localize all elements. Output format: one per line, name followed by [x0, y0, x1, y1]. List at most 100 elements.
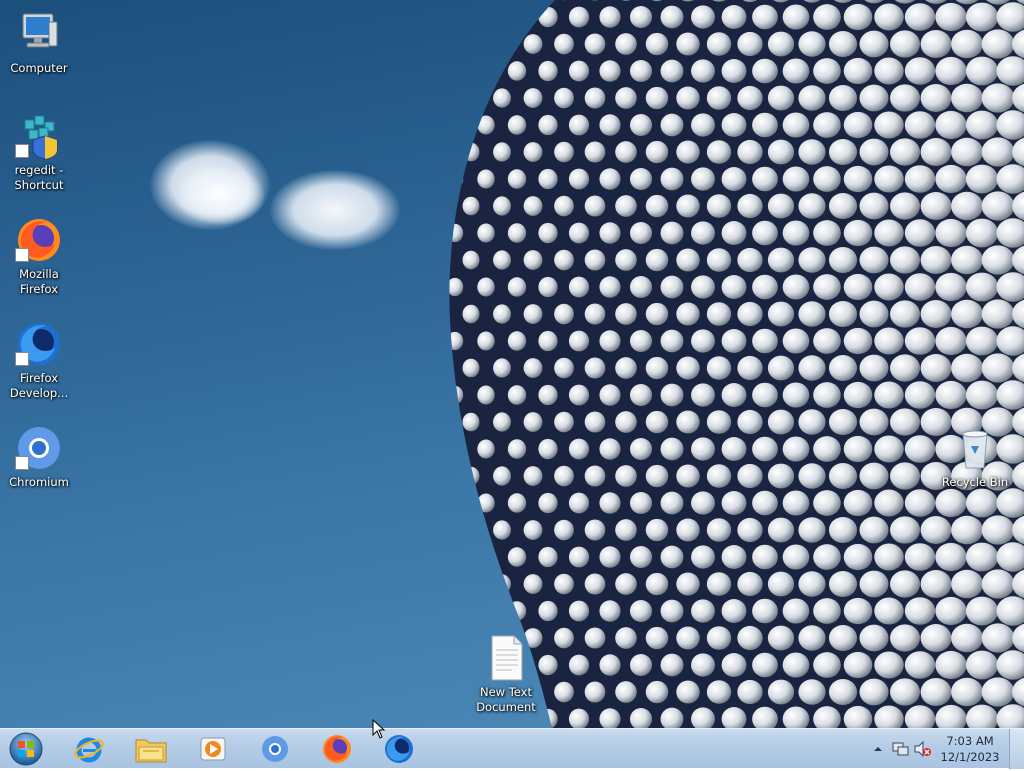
facade-disc [646, 519, 669, 541]
facade-disc [874, 436, 903, 463]
facade-disc [966, 381, 998, 410]
facade-disc [630, 6, 652, 28]
facade-disc [477, 224, 494, 243]
facade-disc [982, 677, 1015, 706]
facade-disc [463, 143, 480, 162]
desktop-icon-firefox-developer[interactable]: Firefox Develop... [1, 320, 77, 401]
clock[interactable]: 7:03 AM 12/1/2023 [938, 733, 1002, 765]
start-button[interactable] [6, 731, 46, 767]
desktop-icon-firefox[interactable]: Mozilla Firefox [1, 216, 77, 297]
volume-button[interactable] [914, 741, 932, 757]
facade-disc [752, 491, 778, 516]
clock-time: 7:03 AM [938, 733, 1002, 749]
facade-disc [599, 276, 620, 297]
facade-disc [646, 195, 669, 217]
facade-disc [691, 491, 715, 514]
recycle-bin-icon [951, 424, 999, 472]
facade-disc [798, 139, 825, 164]
facade-disc [661, 6, 684, 29]
facade-disc [676, 195, 699, 218]
facade-disc [432, 197, 448, 215]
facade-disc [935, 381, 966, 409]
shortcut-arrow-icon [15, 352, 29, 366]
clock-date: 12/1/2023 [938, 749, 1002, 765]
facade-disc [630, 114, 652, 136]
facade-disc [646, 465, 669, 487]
show-desktop-button[interactable] [1009, 729, 1024, 769]
desktop-icon-computer[interactable]: Computer [1, 10, 77, 76]
facade-disc [646, 681, 669, 703]
facade-disc [707, 464, 731, 488]
facade-disc [859, 85, 888, 112]
facade-disc [859, 193, 888, 220]
facade-disc [844, 58, 873, 84]
network-status-button[interactable] [892, 741, 910, 757]
facade-disc [890, 138, 920, 165]
facade-disc [921, 84, 952, 112]
facade-disc [707, 86, 731, 110]
facade-disc [951, 246, 983, 275]
facade-disc [508, 439, 526, 459]
facade-disc [966, 165, 998, 194]
facade-disc [951, 570, 983, 599]
facade-disc [798, 571, 825, 596]
facade-disc [874, 652, 903, 679]
facade-disc [859, 31, 888, 58]
facade-disc [691, 113, 715, 136]
desktop-icon-chromium[interactable]: Chromium [1, 424, 77, 490]
facade-disc [477, 386, 494, 405]
facade-disc [538, 115, 557, 135]
facade-disc [966, 111, 998, 140]
facade-disc [722, 653, 747, 677]
facade-disc [921, 678, 952, 706]
facade-disc [599, 114, 620, 135]
facade-disc [463, 35, 480, 54]
desktop-icon-label: New Text Document [468, 685, 544, 715]
facade-disc [599, 60, 620, 81]
desktop[interactable]: Computer regedit - Shortcut [0, 0, 1024, 728]
facade-disc [646, 627, 669, 649]
facade-disc [798, 247, 825, 272]
desktop-icon-new-text-document[interactable]: New Text Document [468, 634, 544, 715]
facade-disc [661, 492, 684, 515]
facade-disc [905, 219, 935, 247]
facade-disc [966, 57, 998, 86]
firefox-icon [15, 216, 63, 264]
facade-disc [569, 7, 589, 28]
facade-disc [707, 626, 731, 650]
facade-disc [477, 278, 494, 297]
facade-disc [783, 4, 810, 29]
facade-disc [569, 331, 589, 352]
facade-disc [508, 223, 526, 243]
facade-disc [585, 465, 606, 486]
taskbar-internet-explorer[interactable] [62, 730, 116, 768]
facade-disc [935, 327, 966, 355]
taskbar-firefox[interactable] [310, 730, 364, 768]
facade-disc [585, 681, 606, 702]
facade-disc [707, 518, 731, 542]
show-hidden-icons-button[interactable] [872, 741, 884, 755]
facade-disc [477, 494, 494, 513]
desktop-icon-regedit[interactable]: regedit - Shortcut [1, 112, 77, 193]
facade-disc [599, 222, 620, 243]
facade-disc [921, 624, 952, 652]
taskbar-media-player[interactable] [186, 730, 240, 768]
desktop-icon-recycle-bin[interactable]: Recycle Bin [937, 424, 1013, 490]
facade-disc [538, 385, 557, 405]
computer-icon [15, 10, 63, 58]
facade-disc [432, 251, 448, 269]
facade-disc [447, 62, 463, 80]
taskbar-chromium[interactable] [248, 730, 302, 768]
facade-disc [890, 354, 920, 381]
taskbar-file-explorer[interactable] [124, 730, 178, 768]
facade-disc [646, 303, 669, 325]
facade-disc [538, 169, 557, 189]
facade-disc [676, 411, 699, 434]
facade-disc [554, 412, 574, 432]
facade-disc [554, 34, 574, 54]
facade-disc [722, 113, 747, 137]
facade-disc [432, 35, 448, 53]
facade-disc [935, 543, 966, 571]
facade-disc [463, 251, 480, 270]
facade-disc [447, 548, 463, 566]
